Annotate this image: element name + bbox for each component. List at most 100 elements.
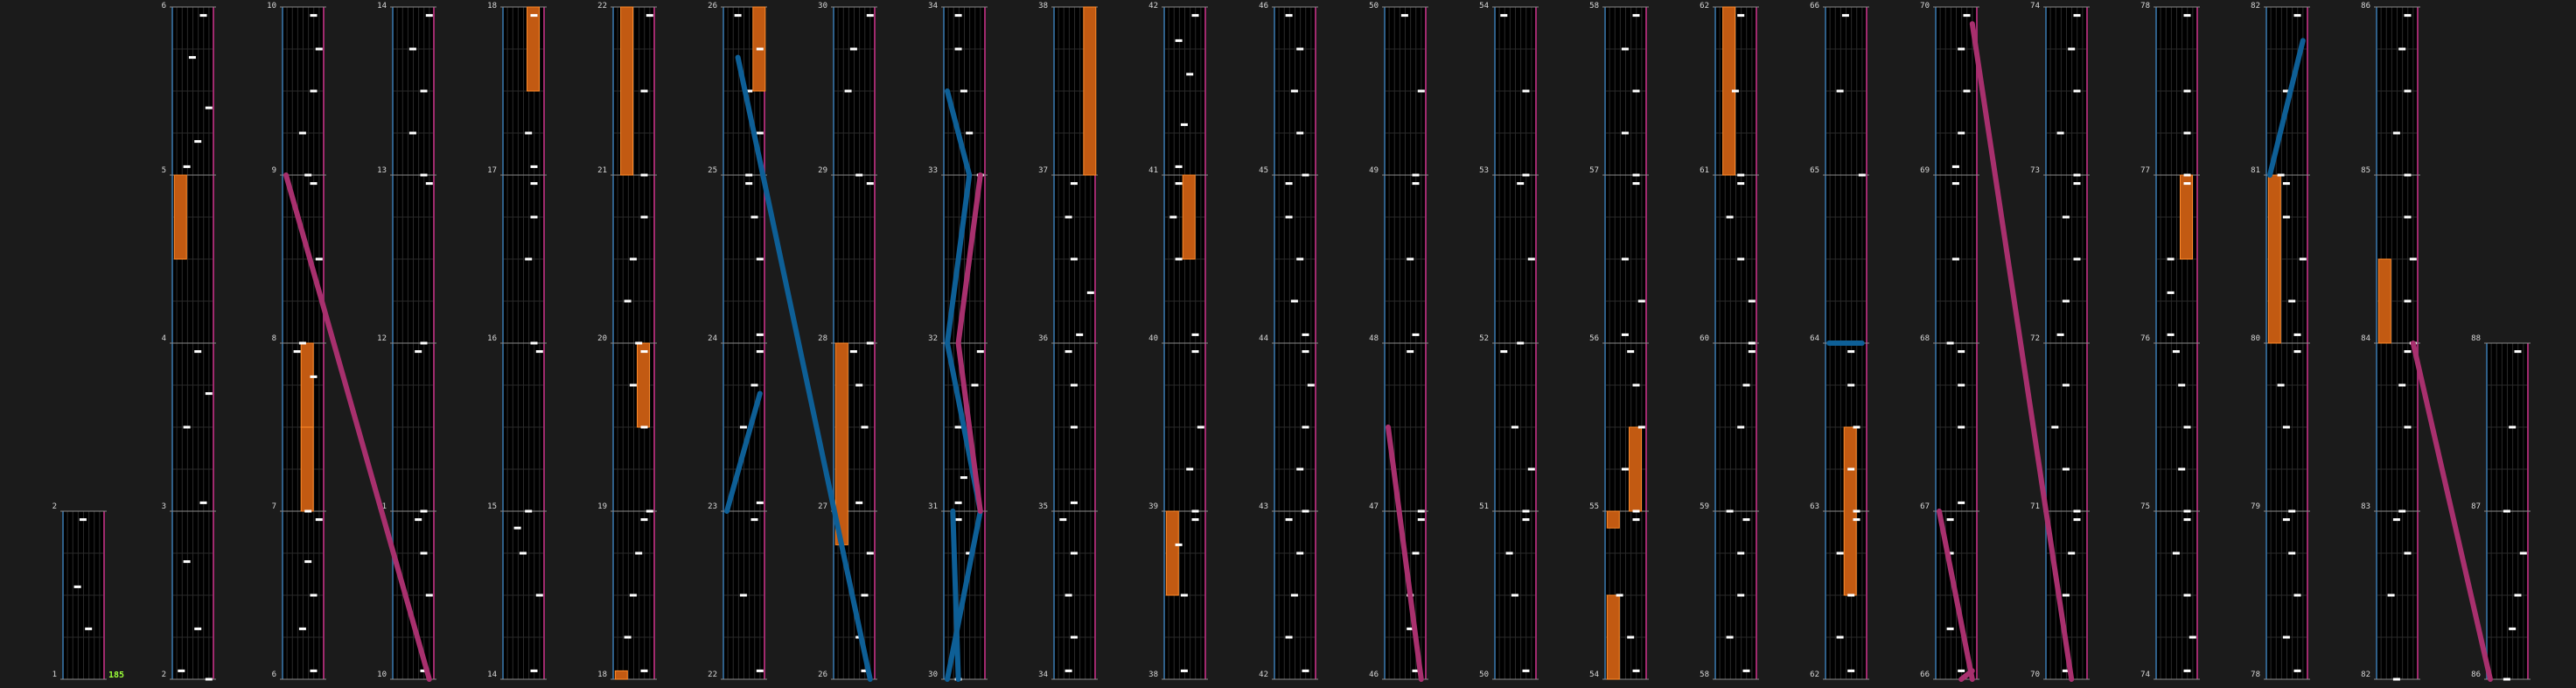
tap-note xyxy=(960,476,967,480)
measure-number: 25 xyxy=(708,166,717,175)
tap-note xyxy=(310,182,318,186)
tap-note xyxy=(1285,215,1293,219)
measure-number: 50 xyxy=(1369,2,1379,11)
measure-number: 13 xyxy=(377,166,387,175)
measure-number: 6 xyxy=(162,2,166,11)
tap-note xyxy=(1522,518,1530,522)
tap-note xyxy=(2293,350,2301,354)
measure-number: 20 xyxy=(597,334,607,343)
measure-number: 1 xyxy=(52,670,57,679)
tap-note xyxy=(1070,425,1078,429)
measure-number: 10 xyxy=(267,2,276,11)
tap-note xyxy=(1285,14,1293,18)
tap-note xyxy=(2387,593,2395,597)
tap-note xyxy=(756,669,764,672)
tap-note xyxy=(745,182,753,186)
measure-number: 41 xyxy=(1148,166,1158,175)
measure-number: 53 xyxy=(1479,166,1489,175)
tap-note xyxy=(188,56,196,60)
tap-note xyxy=(530,182,538,186)
tap-note xyxy=(2073,89,2081,93)
tap-note xyxy=(199,14,207,18)
tap-note xyxy=(1726,215,1734,219)
tap-note xyxy=(2503,677,2510,681)
tap-note xyxy=(640,173,648,177)
tap-note xyxy=(1191,518,1199,522)
tap-note xyxy=(2404,350,2412,354)
tap-note xyxy=(855,383,863,387)
tap-note xyxy=(750,215,758,219)
measure-number: 18 xyxy=(487,2,497,11)
tap-note xyxy=(183,425,191,429)
measure-number: 82 xyxy=(2251,2,2260,11)
tap-note xyxy=(1296,257,1304,261)
tap-note xyxy=(1417,89,1425,93)
tap-note xyxy=(849,350,857,354)
measure-number: 82 xyxy=(2361,670,2370,679)
pink-slide xyxy=(2410,340,2493,682)
tap-note xyxy=(1853,518,1860,522)
tap-note xyxy=(1946,627,1954,630)
tap-note xyxy=(646,14,653,18)
tap-note xyxy=(420,89,428,93)
tap-note xyxy=(1731,89,1739,93)
tap-note xyxy=(640,350,648,354)
tap-note xyxy=(2392,677,2400,681)
tap-note xyxy=(2519,551,2527,555)
tap-note xyxy=(2398,383,2406,387)
tap-note xyxy=(2293,593,2301,597)
tap-note xyxy=(1958,47,1965,51)
tap-note xyxy=(2293,14,2301,18)
tap-note xyxy=(525,509,533,513)
measure-number: 60 xyxy=(1700,334,1709,343)
tap-note xyxy=(1522,89,1530,93)
tap-note xyxy=(420,551,428,555)
chart-view[interactable]: 1223456678910101112131414151617181819202… xyxy=(0,0,2576,688)
tap-note xyxy=(1841,14,1849,18)
tap-note xyxy=(2282,518,2290,522)
measure-number: 3 xyxy=(162,502,166,511)
tap-note xyxy=(2167,257,2175,261)
tap-note xyxy=(1847,669,1855,672)
tap-note xyxy=(205,392,213,396)
tap-note xyxy=(1302,669,1309,672)
tap-note xyxy=(2062,383,2070,387)
tap-note xyxy=(1963,89,1971,93)
tap-note xyxy=(1632,182,1640,186)
tap-note xyxy=(2183,89,2191,93)
tap-note xyxy=(2073,509,2081,513)
measure-number: 40 xyxy=(1148,334,1158,343)
tap-note xyxy=(1737,551,1745,555)
measure-number: 9 xyxy=(272,166,276,175)
tap-note xyxy=(1070,182,1078,186)
tap-note xyxy=(1958,131,1965,135)
tap-note xyxy=(1505,551,1513,555)
tap-note xyxy=(2068,551,2076,555)
tap-note xyxy=(530,669,538,672)
tap-note xyxy=(734,14,742,18)
tap-note xyxy=(298,131,306,135)
measure-number: 72 xyxy=(2030,334,2040,343)
tap-note xyxy=(2062,593,2070,597)
tap-note xyxy=(408,47,416,51)
tap-note xyxy=(2293,669,2301,672)
measure-number: 34 xyxy=(1038,670,1048,679)
tap-note xyxy=(2073,518,2081,522)
tap-note xyxy=(2282,215,2290,219)
tap-note xyxy=(183,165,191,168)
hold-note xyxy=(1629,426,1642,512)
tap-note xyxy=(298,627,306,630)
tap-note xyxy=(205,106,213,109)
tap-note xyxy=(629,383,637,387)
tap-note xyxy=(1951,257,1959,261)
tap-note xyxy=(1059,518,1067,522)
tap-note xyxy=(624,635,632,639)
tap-note xyxy=(756,257,764,261)
tap-note xyxy=(525,131,533,135)
tap-note xyxy=(2183,131,2191,135)
tap-note xyxy=(629,593,637,597)
tap-note xyxy=(635,341,643,345)
tap-note xyxy=(1191,333,1199,336)
tap-note xyxy=(73,585,81,588)
tap-note xyxy=(1951,182,1959,186)
